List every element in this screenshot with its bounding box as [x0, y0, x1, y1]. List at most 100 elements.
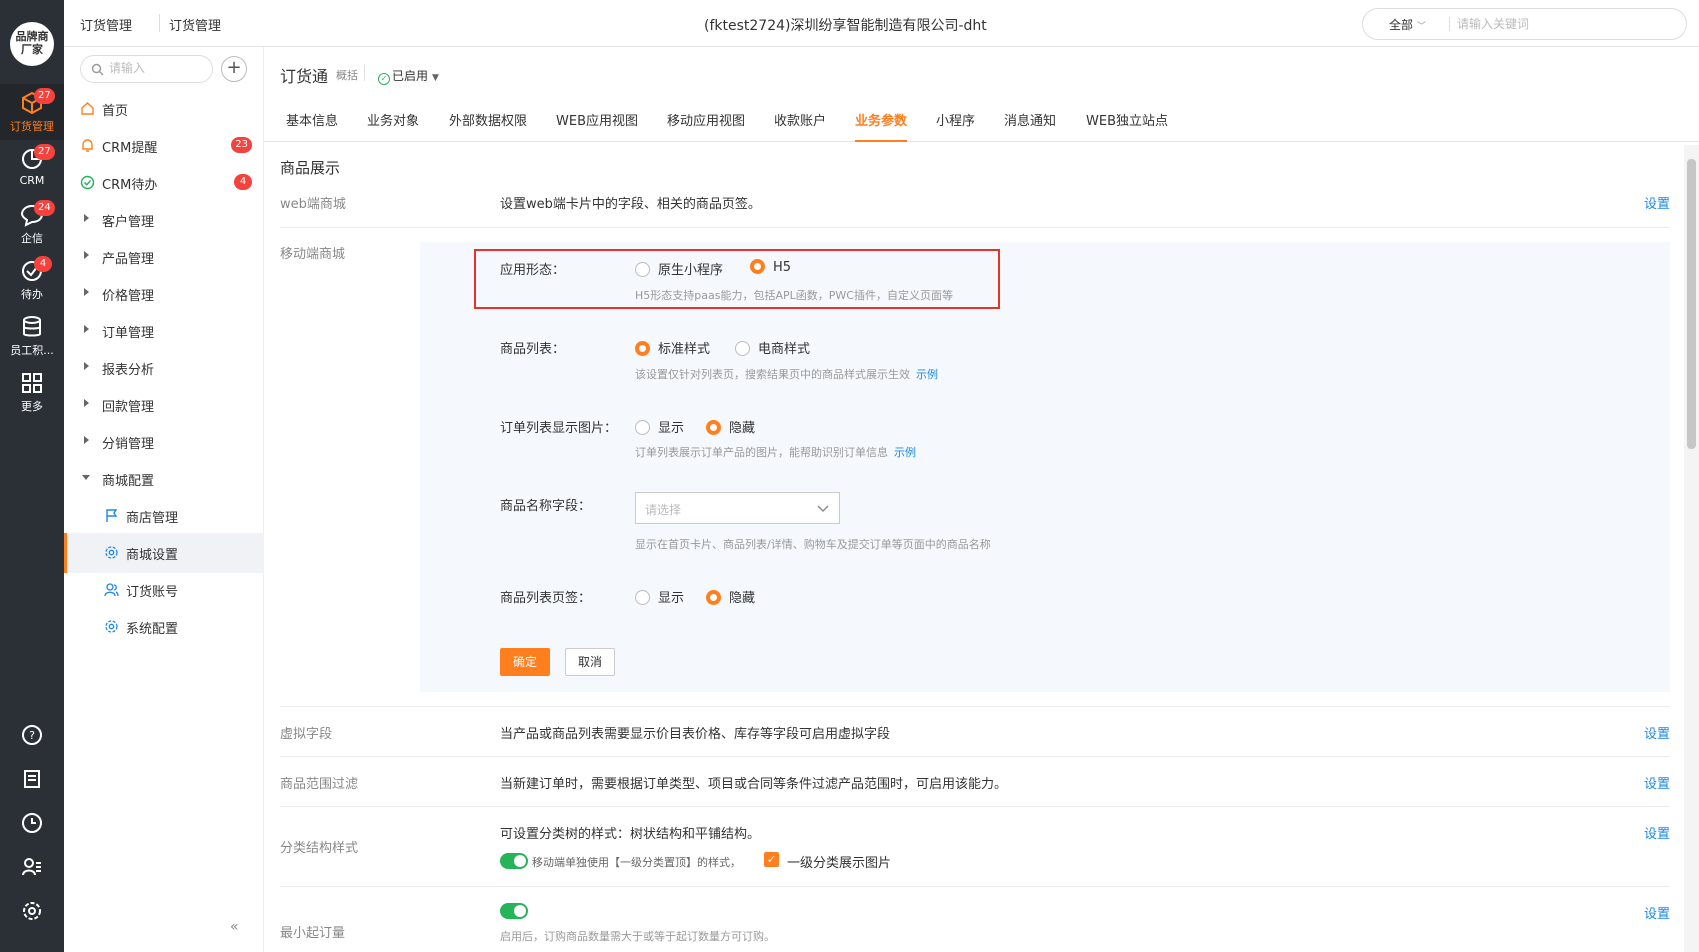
breadcrumb-divider — [159, 14, 160, 32]
sidebar-item-system-config[interactable]: 系统配置 — [64, 607, 264, 647]
order-image-radio-show[interactable]: 显示 — [635, 417, 684, 436]
product-list-radio-ecommerce[interactable]: 电商样式 — [735, 338, 810, 357]
mobile-top-category-toggle[interactable] — [500, 853, 528, 869]
tab-business-params[interactable]: 业务参数 — [855, 104, 908, 142]
tab-external-data-permissions[interactable]: 外部数据权限 — [449, 104, 527, 142]
tab-payment-accounts[interactable]: 收款账户 — [774, 104, 826, 142]
rail-item-crm[interactable]: CRM 27 — [0, 140, 64, 196]
expand-arrow-icon — [84, 288, 89, 296]
breadcrumb-page[interactable]: 订货管理 — [169, 15, 221, 34]
app-overview-link[interactable]: 概括 — [336, 67, 358, 83]
rail-item-messenger[interactable]: 企信 24 — [0, 196, 64, 252]
expand-arrow-icon — [84, 436, 89, 444]
web-mall-settings-link[interactable]: 设置 — [1644, 193, 1670, 212]
order-image-radio-hide[interactable]: 隐藏 — [706, 417, 755, 436]
sidebar-item-label: CRM待办 — [102, 178, 158, 193]
help-button[interactable]: ? — [0, 718, 64, 754]
notes-button[interactable] — [0, 762, 64, 798]
document-icon — [24, 770, 40, 788]
global-search-input[interactable] — [1457, 15, 1667, 33]
virtual-field-settings-link[interactable]: 设置 — [1644, 723, 1670, 742]
sidebar-item-label: 商店管理 — [126, 511, 179, 526]
sidebar-item-order-accounts[interactable]: 订货账号 — [64, 570, 264, 610]
radio-icon — [635, 590, 650, 605]
history-button[interactable] — [0, 806, 64, 842]
category-style-settings-link[interactable]: 设置 — [1644, 823, 1670, 842]
sidebar-item-customers[interactable]: 客户管理 — [64, 200, 264, 240]
app-form-radio-h5[interactable]: H5 — [750, 259, 791, 275]
tab-business-objects[interactable]: 业务对象 — [367, 104, 419, 142]
scrollbar-thumb[interactable] — [1687, 159, 1696, 449]
sidebar-search-input[interactable] — [109, 61, 205, 75]
settings-button[interactable] — [0, 894, 64, 930]
sidebar-item-reports[interactable]: 报表分析 — [64, 348, 264, 388]
tab-basic-info[interactable]: 基本信息 — [286, 104, 338, 142]
rail-item-todo[interactable]: 待办 4 — [0, 252, 64, 308]
product-list-tab-label: 商品列表页签： — [500, 591, 592, 606]
tab-mini-program[interactable]: 小程序 — [936, 104, 975, 142]
category-image-checkbox[interactable]: ✓ — [764, 852, 779, 867]
range-filter-desc: 当新建订单时，需要根据订单类型、项目或合同等条件过滤产品范围时，可启用该能力。 — [500, 777, 1008, 792]
rail-item-employee-points[interactable]: 员工积... — [0, 308, 64, 364]
sidebar-item-home[interactable]: 首页 — [64, 89, 264, 129]
app-rail: 品牌商 厂家 订货管理 27 CRM 27 企信 24 待办 4 员工积... … — [0, 0, 64, 952]
min-order-desc: 启用后，订购商品数量需大于或等于起订数量方可订购。 — [500, 930, 775, 943]
app-form-radio-native[interactable]: 原生小程序 — [635, 259, 723, 278]
category-style-label: 分类结构样式 — [280, 841, 359, 856]
sidebar-item-orders[interactable]: 订单管理 — [64, 311, 264, 351]
order-image-example-link[interactable]: 示例 — [894, 446, 916, 459]
gear-icon — [105, 620, 118, 633]
sidebar-item-prices[interactable]: 价格管理 — [64, 274, 264, 314]
app-form-hint: H5形态支持paas能力，包括APL函数，PWC插件，自定义页面等 — [635, 289, 953, 302]
sidebar-item-distribution[interactable]: 分销管理 — [64, 422, 264, 462]
brand-logo[interactable]: 品牌商 厂家 — [10, 22, 54, 66]
product-name-field-select[interactable]: 请选择 — [635, 492, 840, 524]
collapse-sidebar-button[interactable]: « — [230, 919, 239, 935]
cancel-button[interactable]: 取消 — [565, 648, 615, 676]
confirm-button[interactable]: 确定 — [500, 648, 550, 676]
rail-item-label: 待办 — [21, 288, 43, 301]
range-filter-settings-link[interactable]: 设置 — [1644, 773, 1670, 792]
product-list-example-link[interactable]: 示例 — [916, 368, 938, 381]
search-icon — [91, 63, 104, 76]
notification-badge: 4 — [34, 256, 52, 272]
search-scope-select[interactable]: 全部 ﹀ — [1389, 16, 1426, 33]
sidebar-item-store-management[interactable]: 商店管理 — [64, 496, 264, 536]
app-status-dropdown[interactable]: ✓ 已启用 ▼ — [378, 67, 439, 85]
sidebar-item-payments[interactable]: 回款管理 — [64, 385, 264, 425]
notification-badge: 27 — [34, 88, 55, 104]
expand-arrow-icon — [84, 251, 89, 259]
breadcrumb-app[interactable]: 订货管理 — [80, 15, 132, 34]
tab-web-app-view[interactable]: WEB应用视图 — [556, 104, 638, 142]
sidebar-item-label: 订单管理 — [102, 326, 155, 341]
sidebar-item-products[interactable]: 产品管理 — [64, 237, 264, 277]
product-name-field-label: 商品名称字段： — [500, 499, 592, 514]
sidebar-item-label: 商城设置 — [126, 548, 179, 563]
contacts-button[interactable] — [0, 850, 64, 886]
product-list-tab-radio-hide[interactable]: 隐藏 — [706, 587, 755, 606]
rail-item-order-management[interactable]: 订货管理 27 — [0, 84, 64, 140]
sidebar-item-label: 回款管理 — [102, 400, 155, 415]
main-content: 订货通 概括 ✓ 已启用 ▼ 基本信息 业务对象 外部数据权限 WEB应用视图 移动… — [264, 47, 1699, 952]
sidebar-item-mall-settings[interactable]: 商城设置 — [64, 533, 264, 573]
product-list-radio-standard[interactable]: 标准样式 — [635, 338, 710, 357]
grid-icon — [22, 373, 42, 393]
tab-notifications[interactable]: 消息通知 — [1004, 104, 1056, 142]
svg-text:?: ? — [29, 729, 35, 742]
min-order-toggle[interactable] — [500, 903, 528, 919]
row-divider — [280, 886, 1670, 887]
tab-mobile-app-view[interactable]: 移动应用视图 — [667, 104, 745, 142]
sidebar-item-crm-reminder[interactable]: CRM提醒 23 — [64, 126, 264, 166]
add-button[interactable]: + — [221, 56, 247, 82]
row-divider — [280, 227, 1670, 228]
sidebar-item-crm-todo[interactable]: CRM待办 4 — [64, 163, 264, 203]
search-divider — [1449, 17, 1450, 31]
tab-web-standalone-site[interactable]: WEB独立站点 — [1086, 104, 1168, 142]
order-image-hint-text: 订单列表展示订单产品的图片，能帮助识别订单信息 — [635, 446, 888, 459]
rail-item-more[interactable]: 更多 — [0, 364, 64, 420]
vertical-scrollbar[interactable] — [1684, 145, 1699, 952]
sidebar-item-mall-config[interactable]: 商城配置 — [64, 459, 264, 499]
mobile-top-category-text: 移动端单独使用【一级分类置顶】的样式， — [532, 856, 741, 869]
min-order-settings-link[interactable]: 设置 — [1644, 903, 1670, 922]
product-list-tab-radio-show[interactable]: 显示 — [635, 587, 684, 606]
